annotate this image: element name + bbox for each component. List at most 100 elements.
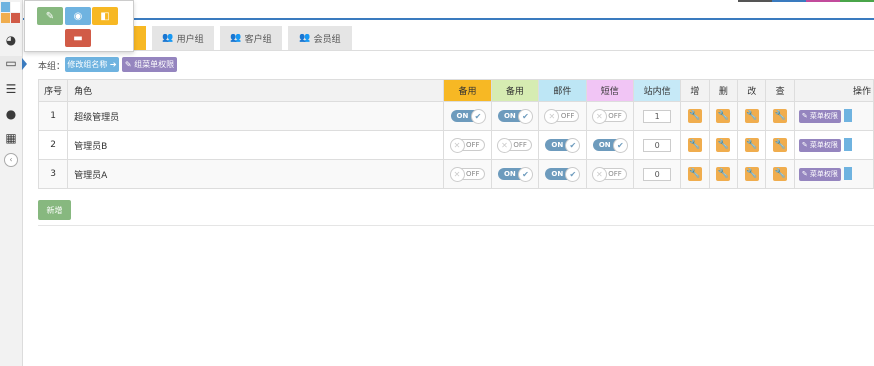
toggle-label: OFF <box>608 170 622 178</box>
sms-toggle-cell: ON ✔ <box>585 130 635 160</box>
email-toggle[interactable]: OFF ✕ <box>544 109 580 124</box>
actions-cell: ✎ 菜单权限 <box>793 159 874 189</box>
spare2-toggle-cell: ON ✔ <box>490 101 540 131</box>
table-row: 3 管理员A OFF ✕ ON ✔ ON ✔ OFF ✕ 0 🔧 🔧 🔧 🔧 ✎ 菜单权 <box>37 159 874 189</box>
spare1-toggle-cell: OFF ✕ <box>443 159 492 189</box>
comments-icon[interactable]: ● <box>3 107 19 121</box>
rename-group-button[interactable]: 修改组名称 ➔ <box>65 57 119 72</box>
toggle-label: OFF <box>465 170 480 178</box>
row-role: 超级管理员 <box>67 101 445 131</box>
book-icon: ◧ <box>100 10 110 22</box>
header-strip <box>772 0 806 2</box>
inbox-count-input[interactable]: 0 <box>643 138 672 152</box>
col-delete: 删 <box>708 79 739 102</box>
view-perm-cell: 🔧 <box>765 159 795 189</box>
more-actions-button[interactable] <box>843 109 852 122</box>
inbox-count-input[interactable]: 1 <box>643 109 672 123</box>
wrench-icon[interactable]: 🔧 <box>687 109 702 123</box>
users-icon: 👥 <box>230 33 242 43</box>
group-menu-permission-button[interactable]: ✎ 组菜单权限 <box>122 57 177 72</box>
tab-member-group[interactable]: 👥 会员组 <box>288 26 352 50</box>
check-icon: ✔ <box>565 167 581 182</box>
delete-perm-cell: 🔧 <box>708 101 739 131</box>
col-index: 序号 <box>37 79 69 102</box>
col-add: 增 <box>680 79 710 102</box>
more-actions-button[interactable] <box>843 167 852 180</box>
inbox-cell: 0 <box>633 159 682 189</box>
toggle-label: ON <box>598 141 611 149</box>
sms-toggle[interactable]: OFF ✕ <box>591 109 627 124</box>
col-actions: 操作 <box>793 79 874 102</box>
folder-shortcut-button[interactable]: ▬ <box>65 29 91 47</box>
sms-toggle-cell: OFF ✕ <box>585 159 635 189</box>
wrench-icon[interactable]: 🔧 <box>773 138 788 152</box>
content-divider <box>38 225 874 226</box>
menu-permission-button[interactable]: ✎ 菜单权限 <box>798 168 841 181</box>
sidebar-collapse-button[interactable]: ‹ <box>4 153 18 167</box>
email-toggle[interactable]: ON ✔ <box>545 138 581 153</box>
more-actions-button[interactable] <box>843 138 852 151</box>
wrench-icon[interactable]: 🔧 <box>716 167 731 181</box>
inbox-cell: 0 <box>633 130 682 160</box>
email-toggle-cell: ON ✔ <box>538 159 587 189</box>
x-icon: ✕ <box>544 109 560 124</box>
inbox-count-input[interactable]: 0 <box>643 167 672 181</box>
toggle-label: ON <box>551 141 564 149</box>
spare2-toggle[interactable]: OFF ✕ <box>496 138 532 153</box>
active-arrow-icon <box>22 58 27 70</box>
spare1-toggle-cell: OFF ✕ <box>443 130 492 160</box>
tabs-divider <box>30 50 874 51</box>
users-icon: 👥 <box>162 33 174 43</box>
toggle-label: OFF <box>465 141 480 149</box>
list-icon[interactable]: ☰ <box>3 82 19 96</box>
col-role: 角色 <box>67 79 445 102</box>
header-strip <box>840 0 874 2</box>
x-icon: ✕ <box>591 109 607 124</box>
wrench-icon[interactable]: 🔧 <box>744 138 759 152</box>
sms-toggle[interactable]: OFF ✕ <box>591 167 627 182</box>
spare1-toggle[interactable]: OFF ✕ <box>449 167 485 182</box>
header-strip <box>738 0 772 2</box>
sms-toggle-cell: OFF ✕ <box>585 101 635 131</box>
tab-customer-group[interactable]: 👥 客户组 <box>220 26 282 50</box>
wrench-icon[interactable]: 🔧 <box>773 109 788 123</box>
edit-perm-cell: 🔧 <box>737 159 767 189</box>
wrench-icon[interactable]: 🔧 <box>744 109 759 123</box>
col-spare-2: 备用 <box>490 79 540 102</box>
wrench-icon[interactable]: 🔧 <box>773 167 788 181</box>
col-inbox: 站内信 <box>633 79 682 102</box>
x-icon: ✕ <box>496 138 512 153</box>
check-icon: ✔ <box>517 109 533 124</box>
row-index: 2 <box>37 130 69 160</box>
check-icon: ✔ <box>517 167 533 182</box>
eye-shortcut-button[interactable]: ◉ <box>65 7 91 25</box>
edit-perm-cell: 🔧 <box>737 130 767 160</box>
sms-toggle[interactable]: ON ✔ <box>592 138 628 153</box>
wrench-icon[interactable]: 🔧 <box>687 138 702 152</box>
email-toggle[interactable]: ON ✔ <box>545 167 581 182</box>
x-icon: ✕ <box>449 138 465 153</box>
menu-permission-button[interactable]: ✎ 菜单权限 <box>798 139 841 152</box>
book-shortcut-button[interactable]: ◧ <box>92 7 118 25</box>
tab-label: 会员组 <box>313 34 341 45</box>
pencil-shortcut-button[interactable]: ✎ <box>37 7 63 25</box>
spare2-toggle[interactable]: ON ✔ <box>497 167 533 182</box>
spare2-toggle[interactable]: ON ✔ <box>497 109 533 124</box>
inbox-cell: 1 <box>633 101 682 131</box>
monitor-icon[interactable]: ▭ <box>0 56 22 70</box>
add-new-button[interactable]: 新增 <box>38 200 71 220</box>
wrench-icon[interactable]: 🔧 <box>716 109 731 123</box>
wrench-icon[interactable]: 🔧 <box>744 167 759 181</box>
roles-table: 序号 角色 备用 备用 邮件 短信 站内信 增 删 改 查 操作 1 超级管理员 … <box>37 79 874 189</box>
tab-user-group[interactable]: 👥 用户组 <box>152 26 214 50</box>
wrench-icon[interactable]: 🔧 <box>687 167 702 181</box>
actions-cell: ✎ 菜单权限 <box>793 130 874 160</box>
menu-permission-button[interactable]: ✎ 菜单权限 <box>798 110 841 123</box>
header-strip <box>806 0 840 2</box>
table-row: 2 管理员B OFF ✕ OFF ✕ ON ✔ ON ✔ 0 🔧 🔧 🔧 🔧 ✎ 菜单权 <box>37 130 874 160</box>
spare1-toggle[interactable]: OFF ✕ <box>449 138 485 153</box>
spare1-toggle[interactable]: ON ✔ <box>450 109 486 124</box>
dashboard-icon[interactable]: ◕ <box>3 33 19 47</box>
wrench-icon[interactable]: 🔧 <box>716 138 731 152</box>
grid-icon[interactable]: ▦ <box>3 131 19 145</box>
